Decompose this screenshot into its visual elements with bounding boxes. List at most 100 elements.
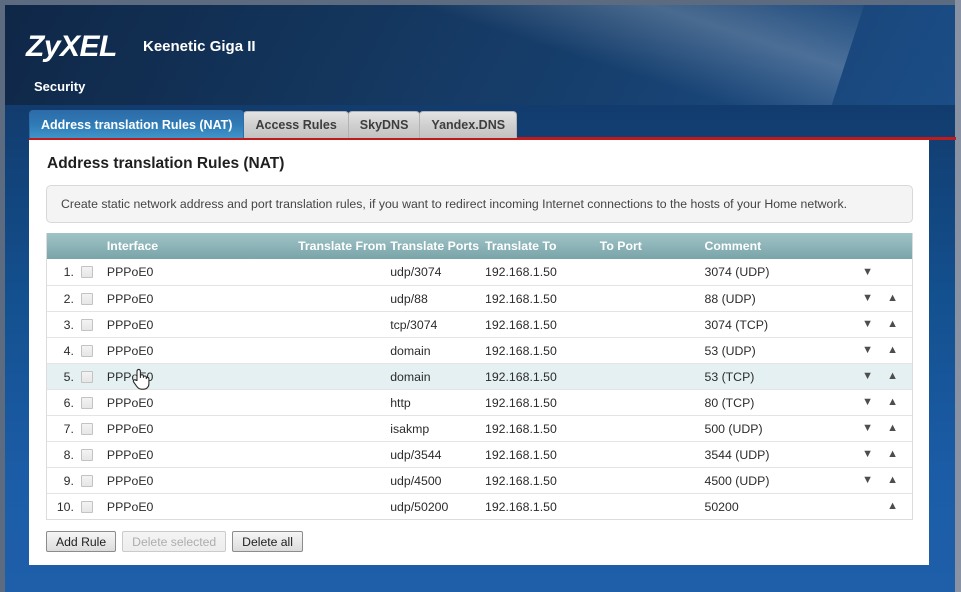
table-row[interactable]: 2.PPPoE0udp/88192.168.1.5088 (UDP)▼▲ <box>47 285 912 311</box>
cell-to-port <box>596 416 701 441</box>
breadcrumb: Security <box>34 79 85 94</box>
table-body: 1.PPPoE0udp/3074192.168.1.503074 (UDP)▼▲… <box>47 259 912 519</box>
move-down-icon[interactable]: ▼ <box>862 423 873 434</box>
move-up-icon[interactable]: ▲ <box>887 319 898 330</box>
cell-comment: 3074 (UDP) <box>700 259 840 285</box>
cell-to-port <box>596 338 701 363</box>
row-checkbox[interactable] <box>81 371 93 383</box>
move-down-icon[interactable]: ▼ <box>862 475 873 486</box>
cell-to-port <box>596 286 701 311</box>
brand-header: ZyXEL Keenetic Giga II Security <box>5 5 955 105</box>
header-interface[interactable]: Interface <box>97 233 282 259</box>
table-row[interactable]: 4.PPPoE0domain192.168.1.5053 (UDP)▼▲ <box>47 337 912 363</box>
delete-selected-button: Delete selected <box>122 531 226 552</box>
cell-comment: 3544 (UDP) <box>700 442 840 467</box>
info-box: Create static network address and port t… <box>46 185 913 223</box>
cell-to-port <box>596 364 701 389</box>
cell-translate-ports: tcp/3074 <box>386 312 481 337</box>
header-comment[interactable]: Comment <box>700 233 840 259</box>
header-to-port[interactable]: To Port <box>596 233 701 259</box>
tab-skydns[interactable]: SkyDNS <box>348 111 421 138</box>
cell-translate-ports: udp/4500 <box>386 468 481 493</box>
cell-translate-to: 192.168.1.50 <box>481 390 596 415</box>
tab-access-rules[interactable]: Access Rules <box>243 111 348 138</box>
tab-address-translation-rules-nat[interactable]: Address translation Rules (NAT) <box>29 110 244 138</box>
row-checkbox[interactable] <box>81 397 93 409</box>
cell-comment: 88 (UDP) <box>700 286 840 311</box>
move-up-icon[interactable]: ▲ <box>887 397 898 408</box>
row-index: 9. <box>47 468 77 493</box>
move-up-icon[interactable]: ▲ <box>887 501 898 512</box>
move-up-icon[interactable]: ▲ <box>887 475 898 486</box>
cell-translate-from <box>281 494 386 519</box>
table-row[interactable]: 1.PPPoE0udp/3074192.168.1.503074 (UDP)▼▲ <box>47 259 912 285</box>
move-up-icon[interactable]: ▲ <box>887 423 898 434</box>
cell-interface: PPPoE0 <box>97 364 282 389</box>
row-checkbox[interactable] <box>81 266 93 278</box>
table-row[interactable]: 9.PPPoE0udp/4500192.168.1.504500 (UDP)▼▲ <box>47 467 912 493</box>
add-rule-button[interactable]: Add Rule <box>46 531 116 552</box>
cell-interface: PPPoE0 <box>97 286 282 311</box>
cell-translate-ports: udp/3544 <box>386 442 481 467</box>
tab-yandex-dns[interactable]: Yandex.DNS <box>419 111 517 138</box>
row-checkbox[interactable] <box>81 319 93 331</box>
table-row[interactable]: 8.PPPoE0udp/3544192.168.1.503544 (UDP)▼▲ <box>47 441 912 467</box>
table-row[interactable]: 6.PPPoE0http192.168.1.5080 (TCP)▼▲ <box>47 389 912 415</box>
row-checkbox[interactable] <box>81 423 93 435</box>
row-checkbox[interactable] <box>81 449 93 461</box>
row-checkbox-cell <box>77 468 97 493</box>
cell-comment: 80 (TCP) <box>700 390 840 415</box>
table-row[interactable]: 7.PPPoE0isakmp192.168.1.50500 (UDP)▼▲ <box>47 415 912 441</box>
cell-to-port <box>596 259 701 285</box>
header-translate-to[interactable]: Translate To <box>481 233 596 259</box>
cell-translate-to: 192.168.1.50 <box>481 338 596 363</box>
cell-translate-from <box>281 390 386 415</box>
header-translate-ports[interactable]: Translate Ports <box>386 233 481 259</box>
cell-to-port <box>596 468 701 493</box>
window-right-edge <box>955 0 961 592</box>
tab-bar: Address translation Rules (NAT)Access Ru… <box>29 110 516 138</box>
move-up-icon[interactable]: ▲ <box>887 371 898 382</box>
cell-translate-to: 192.168.1.50 <box>481 286 596 311</box>
header-sheen-decoration <box>422 5 868 105</box>
row-checkbox-cell <box>77 364 97 389</box>
row-index: 6. <box>47 390 77 415</box>
table-row[interactable]: 10.PPPoE0udp/50200192.168.1.5050200▼▲ <box>47 493 912 519</box>
move-down-icon[interactable]: ▼ <box>862 345 873 356</box>
row-actions: ▼▲ <box>840 494 912 519</box>
cell-interface: PPPoE0 <box>97 442 282 467</box>
move-down-icon[interactable]: ▼ <box>862 397 873 408</box>
header-select-all <box>77 233 97 259</box>
delete-all-button[interactable]: Delete all <box>232 531 303 552</box>
row-checkbox[interactable] <box>81 501 93 513</box>
row-actions: ▼▲ <box>840 468 912 493</box>
cell-translate-ports: udp/50200 <box>386 494 481 519</box>
cell-to-port <box>596 442 701 467</box>
move-down-icon[interactable]: ▼ <box>862 449 873 460</box>
move-down-icon[interactable]: ▼ <box>862 267 873 278</box>
move-up-icon[interactable]: ▲ <box>887 345 898 356</box>
row-actions: ▼▲ <box>840 259 912 285</box>
move-down-icon[interactable]: ▼ <box>862 319 873 330</box>
row-checkbox[interactable] <box>81 345 93 357</box>
cell-translate-from <box>281 364 386 389</box>
table-row[interactable]: 3.PPPoE0tcp/3074192.168.1.503074 (TCP)▼▲ <box>47 311 912 337</box>
move-up-icon[interactable]: ▲ <box>887 449 898 460</box>
move-down-icon[interactable]: ▼ <box>862 293 873 304</box>
move-down-icon[interactable]: ▼ <box>862 371 873 382</box>
cell-to-port <box>596 494 701 519</box>
row-checkbox-cell <box>77 338 97 363</box>
row-checkbox[interactable] <box>81 475 93 487</box>
table-row[interactable]: 5.PPPoE0domain192.168.1.5053 (TCP)▼▲ <box>47 363 912 389</box>
cell-translate-from <box>281 338 386 363</box>
move-up-icon[interactable]: ▲ <box>887 293 898 304</box>
cell-translate-to: 192.168.1.50 <box>481 468 596 493</box>
row-actions: ▼▲ <box>840 338 912 363</box>
header-index <box>47 233 77 259</box>
device-model-label: Keenetic Giga II <box>143 38 256 55</box>
row-index: 2. <box>47 286 77 311</box>
cell-comment: 50200 <box>700 494 840 519</box>
header-translate-from[interactable]: Translate From <box>281 233 386 259</box>
row-checkbox[interactable] <box>81 293 93 305</box>
row-index: 1. <box>47 259 77 285</box>
